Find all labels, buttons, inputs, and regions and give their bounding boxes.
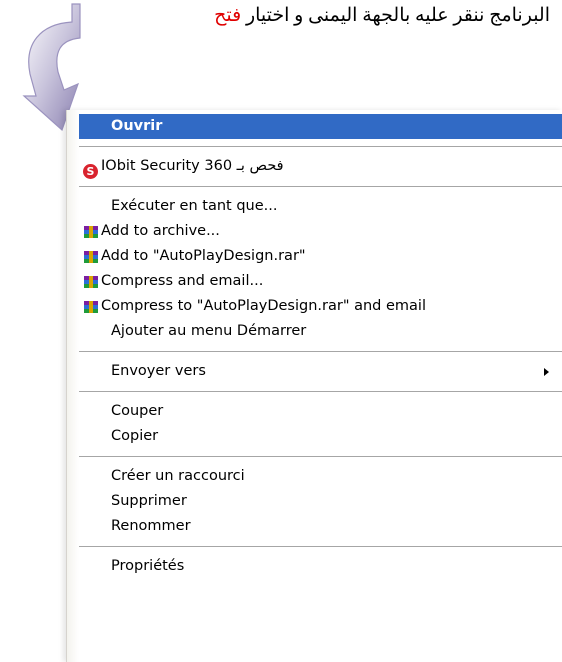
menu-item-add-to-archive[interactable]: Add to archive... [67,219,562,244]
menu-separator [79,456,562,457]
menu-item-properties-label: Propriétés [111,558,185,574]
menu-item-open[interactable]: Ouvrir [79,114,562,139]
caption-text: البرنامج ننقر عليه بالجهة اليمنى و اختيا… [245,5,550,26]
winrar-books-icon [84,301,98,313]
menu-separator [79,391,562,392]
caption-accent-word: فتح [214,5,242,26]
menu-item-open-label: Ouvrir [111,118,163,134]
menu-item-rename-label: Renommer [111,518,191,534]
menu-item-compress-and-email[interactable]: Compress and email... [67,269,562,294]
menu-separator [79,546,562,547]
instruction-caption: البرنامج ننقر عليه بالجهة اليمنى و اختيا… [90,4,550,27]
menu-separator [79,351,562,352]
menu-item-create-shortcut[interactable]: Créer un raccourci [67,464,562,489]
menu-item-cut-label: Couper [111,403,164,419]
menu-item-copy[interactable]: Copier [67,424,562,449]
menu-item-run-as-label: Exécuter en tant que... [111,198,278,214]
menu-item-iobit-label: IObit Security 360 فحص بـ [101,158,284,174]
menu-item-add-to-named-rar-label: Add to "AutoPlayDesign.rar" [101,248,306,264]
iobit-shield-icon: S [83,159,99,179]
winrar-books-icon [84,251,98,263]
menu-item-copy-label: Copier [111,428,159,444]
context-menu: Ouvrir S IObit Security 360 فحص بـ Exécu… [66,110,562,662]
winrar-books-icon [84,226,98,238]
menu-gutter [67,110,79,662]
menu-item-compress-named-and-email[interactable]: Compress to "AutoPlayDesign.rar" and ema… [67,294,562,319]
menu-item-compress-and-email-label: Compress and email... [101,273,264,289]
menu-item-rename[interactable]: Renommer [67,514,562,539]
menu-item-run-as[interactable]: Exécuter en tant que... [67,194,562,219]
menu-item-pin-start-label: Ajouter au menu Démarrer [111,323,307,339]
menu-item-delete-label: Supprimer [111,493,187,509]
menu-item-delete[interactable]: Supprimer [67,489,562,514]
winrar-books-icon [84,276,98,288]
menu-item-send-to[interactable]: Envoyer vers [67,359,562,384]
menu-item-add-to-archive-label: Add to archive... [101,223,220,239]
menu-separator [79,186,562,187]
menu-item-send-to-label: Envoyer vers [111,363,206,379]
menu-item-cut[interactable]: Couper [67,399,562,424]
submenu-arrow-icon [544,368,549,376]
menu-item-pin-start[interactable]: Ajouter au menu Démarrer [67,319,562,344]
menu-item-compress-named-and-email-label: Compress to "AutoPlayDesign.rar" and ema… [101,298,426,314]
menu-item-add-to-named-rar[interactable]: Add to "AutoPlayDesign.rar" [67,244,562,269]
menu-item-iobit-scan[interactable]: S IObit Security 360 فحص بـ [67,154,562,179]
menu-item-create-shortcut-label: Créer un raccourci [111,468,245,484]
menu-item-properties[interactable]: Propriétés [67,554,562,579]
menu-separator [79,146,562,147]
